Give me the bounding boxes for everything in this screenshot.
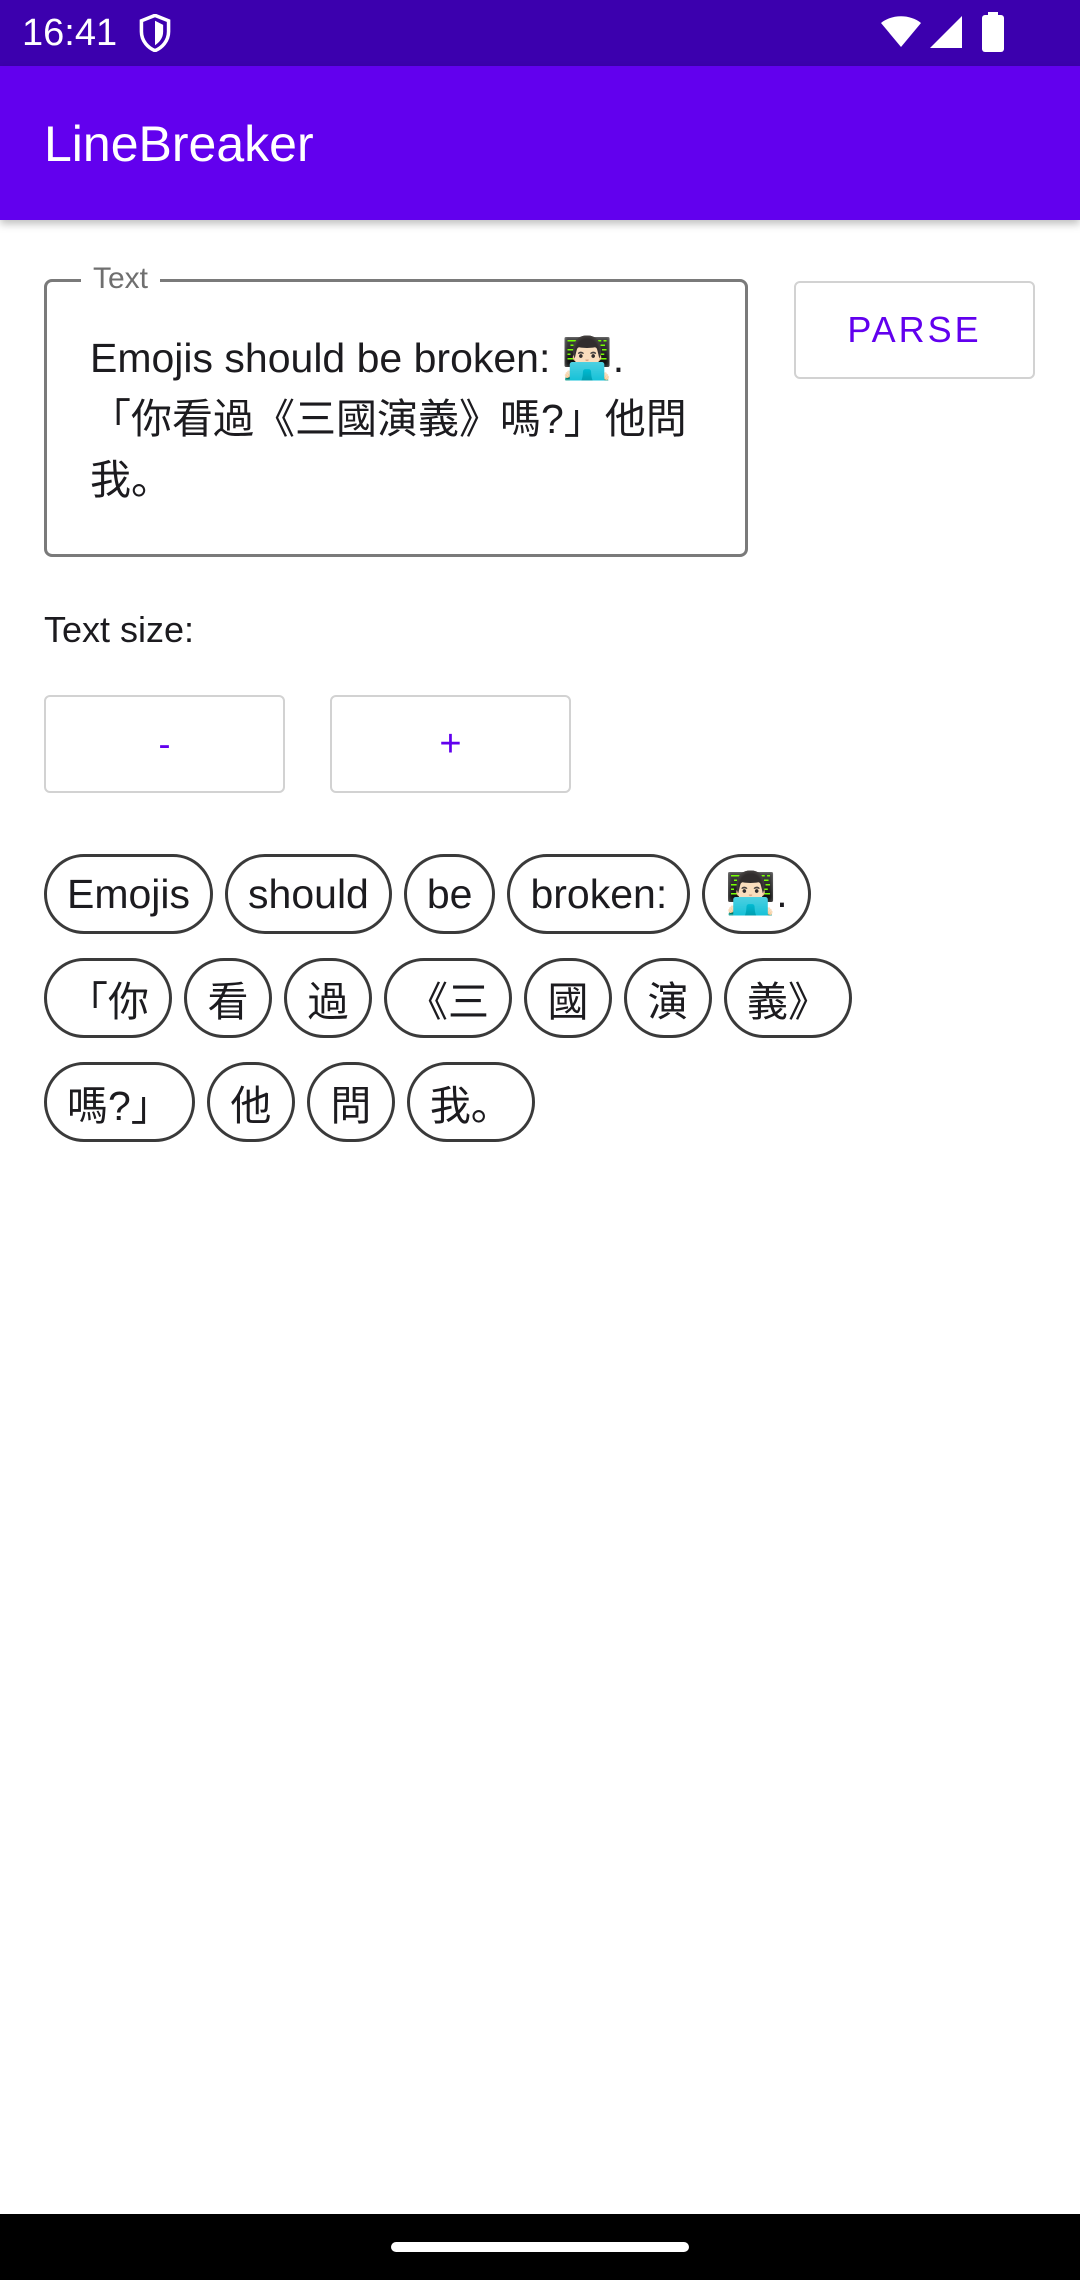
signal-icon — [930, 16, 962, 48]
token-chip[interactable]: 他 — [206, 1062, 295, 1142]
increase-text-size-button[interactable]: + — [330, 695, 571, 793]
token-chip[interactable]: 看 — [184, 958, 272, 1038]
text-size-label: Text size: — [44, 609, 195, 650]
status-time: 16:41 — [22, 12, 118, 54]
parse-button[interactable]: PARSE — [794, 281, 1035, 379]
token-chip[interactable]: 義》 — [724, 958, 852, 1038]
app-bar: LineBreaker — [0, 66, 1080, 220]
battery-icon — [982, 12, 1004, 52]
chip-row: Emojis should be broken: 👨🏻‍💻. — [44, 854, 1044, 934]
token-chip[interactable]: be — [403, 854, 496, 934]
shield-icon — [139, 14, 171, 52]
app-title: LineBreaker — [44, 116, 314, 172]
token-chip[interactable]: 過 — [284, 958, 372, 1038]
token-chip[interactable]: broken: — [507, 854, 691, 934]
token-chip[interactable]: 《三 — [384, 958, 512, 1038]
chip-row: 「你 看 過 《三 國 演 義》 — [44, 958, 1044, 1038]
text-field-label: Text — [81, 260, 161, 298]
token-chip[interactable]: 嗎?」 — [44, 1062, 195, 1142]
wifi-icon — [881, 16, 921, 47]
token-chip[interactable]: 👨🏻‍💻. — [702, 854, 811, 934]
navigation-bar — [0, 2214, 1080, 2280]
token-chip[interactable]: 國 — [524, 958, 612, 1038]
token-chip[interactable]: Emojis — [44, 854, 214, 934]
decrease-text-size-button[interactable]: - — [44, 695, 285, 793]
token-chip[interactable]: 問 — [306, 1062, 395, 1142]
token-chip[interactable]: 演 — [624, 958, 712, 1038]
token-chip[interactable]: 我。 — [406, 1062, 535, 1142]
chip-row: 嗎?」 他 問 我。 — [44, 1062, 1044, 1142]
status-bar: 16:41 — [0, 0, 1080, 66]
text-input-field[interactable]: Text Emojis should be broken: 👨🏻‍💻. 「你看過… — [44, 260, 748, 557]
token-chip[interactable]: 「你 — [44, 958, 172, 1038]
home-gesture-handle[interactable] — [391, 2242, 689, 2252]
text-input-value[interactable]: Emojis should be broken: 👨🏻‍💻. 「你看過《三國演義… — [90, 328, 730, 511]
token-chip[interactable]: should — [225, 854, 392, 934]
token-chip-group: Emojis should be broken: 👨🏻‍💻. 「你 看 過 《三… — [44, 854, 1044, 1166]
